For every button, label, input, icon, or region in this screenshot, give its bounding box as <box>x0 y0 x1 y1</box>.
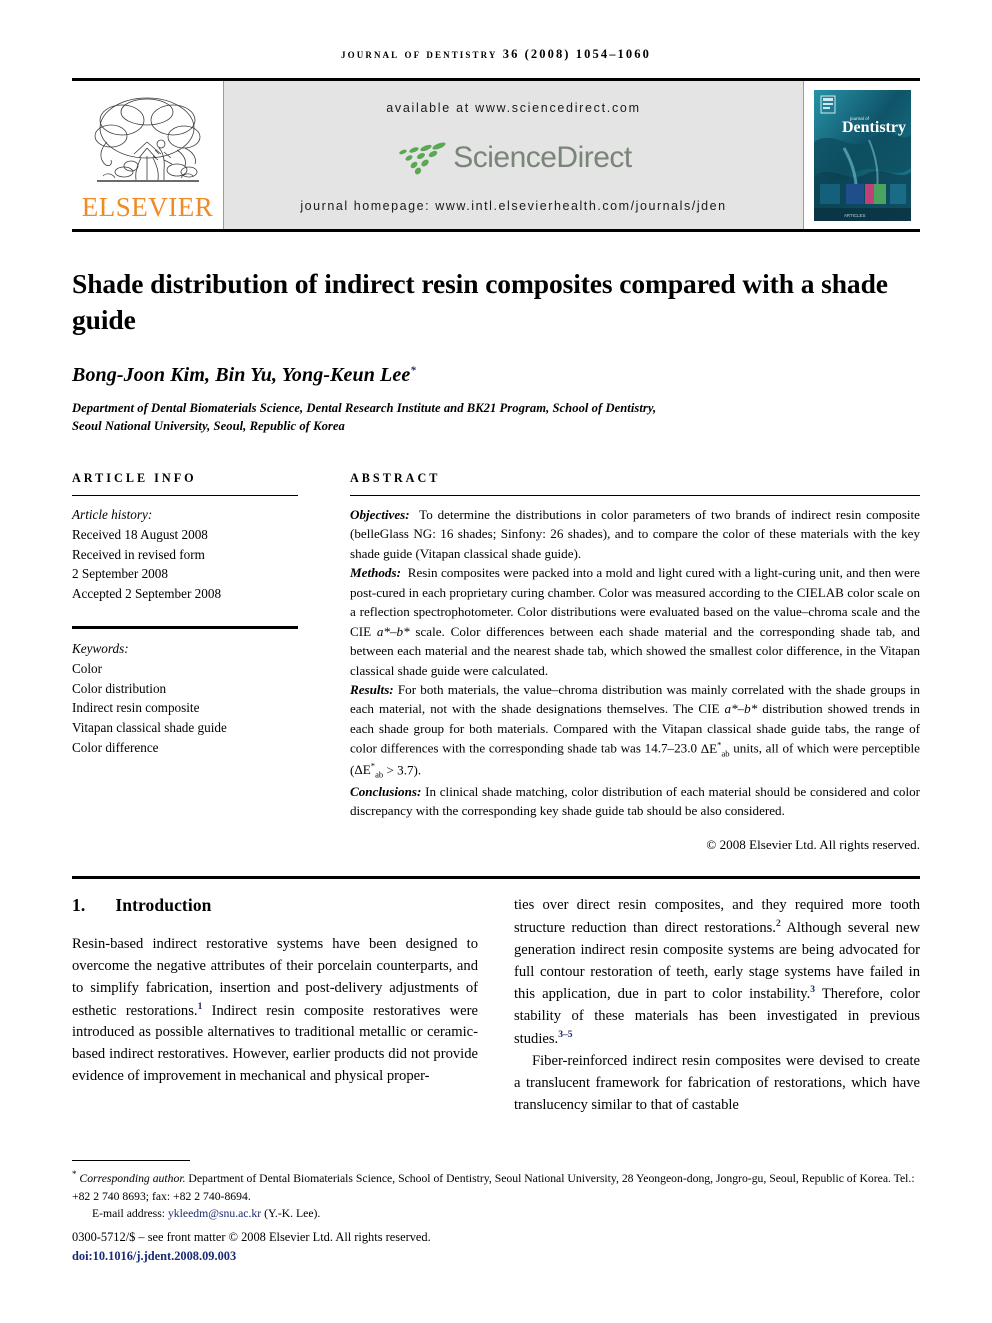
methods-label: Methods: <box>350 565 401 581</box>
keyword-item: Indirect resin composite <box>72 700 200 716</box>
affiliation-line-1: Department of Dental Biomaterials Scienc… <box>72 400 657 415</box>
methods-text-2: scale. Color differences between each sh… <box>350 623 920 678</box>
intro-paragraph-left: Resin-based indirect restorative systems… <box>72 934 478 1088</box>
available-at-text: available at www.sciencedirect.com <box>386 101 641 115</box>
results-label: Results: <box>350 681 394 697</box>
delta-e-symbol-2: ΔE*ab <box>354 760 384 780</box>
doi-note: doi:10.1016/j.jdent.2008.09.003 <box>72 1247 920 1266</box>
corresponding-author-note: * Corresponding author. Department of De… <box>72 1168 920 1205</box>
history-revised-label: Received in revised form <box>72 546 205 562</box>
section-title: Introduction <box>115 895 212 915</box>
affiliation: Department of Dental Biomaterials Scienc… <box>72 399 920 436</box>
article-info-column: ARTICLE INFO Article history: Received 1… <box>72 471 324 854</box>
history-received: Received 18 August 2008 <box>72 526 208 542</box>
keyword-item: Color distribution <box>72 680 167 696</box>
intro-paragraph-right: ties over direct resin composites, and t… <box>514 895 920 1051</box>
email-suffix: (Y.-K. Lee). <box>264 1207 321 1221</box>
conclusions-text: In clinical shade matching, color distri… <box>350 783 920 819</box>
article-info-heading: ARTICLE INFO <box>72 471 197 485</box>
author-list: Bong-Joon Kim, Bin Yu, Yong-Keun Lee* <box>72 364 920 387</box>
article-history: Article history: Received 18 August 2008… <box>72 496 298 604</box>
email-note: E-mail address: ykleedm@snu.ac.kr (Y.-K.… <box>72 1205 920 1223</box>
results-ab-scale: a*–b* <box>724 701 758 717</box>
keyword-item: Color difference <box>72 739 159 755</box>
email-link[interactable]: ykleedm@snu.ac.kr <box>168 1207 261 1220</box>
two-column-body: 1. Introduction Resin-based indirect res… <box>72 879 920 1116</box>
email-label: E-mail address: <box>92 1207 166 1221</box>
conclusions-label: Conclusions: <box>350 783 422 799</box>
section-number: 1. <box>72 895 86 915</box>
doi-link[interactable]: 10.1016/j.jdent.2008.09.003 <box>93 1249 237 1263</box>
corresponding-author-marker: * <box>410 363 416 376</box>
delta-e-symbol: ΔE*ab <box>700 739 730 759</box>
front-matter-note: 0300-5712/$ – see front matter © 2008 El… <box>72 1230 431 1245</box>
corresponding-author-text: Department of Dental Biomaterials Scienc… <box>72 1171 915 1203</box>
abstract-column: ABSTRACT Objectives: To determine the di… <box>324 471 920 854</box>
sciencedirect-leaves-icon <box>399 142 446 175</box>
keywords-block: Keywords: Color Color distribution Indir… <box>72 629 298 758</box>
results-text-4: > 3.7). <box>383 762 422 778</box>
keywords-label: Keywords: <box>72 640 129 656</box>
affiliation-line-2: Seoul National University, Seoul, Republ… <box>72 418 345 433</box>
info-abstract-block: ARTICLE INFO Article history: Received 1… <box>72 471 920 854</box>
journal-cover-image: journal of Dentistry ARTICLES <box>813 89 911 221</box>
elsevier-wordmark: ELSEVIER <box>81 191 214 222</box>
abstract-heading: ABSTRACT <box>350 471 441 485</box>
history-accepted: Accepted 2 September 2008 <box>72 586 222 602</box>
body-wrapper: 1. Introduction Resin-based indirect res… <box>72 876 920 1116</box>
footnote-rule <box>72 1160 190 1161</box>
author-names: Bong-Joon Kim, Bin Yu, Yong-Keun Lee <box>72 363 411 386</box>
footnote-block: * Corresponding author. Department of De… <box>72 1160 920 1266</box>
article-history-label: Article history: <box>72 507 153 522</box>
body-column-left: 1. Introduction Resin-based indirect res… <box>72 895 478 1116</box>
abstract-methods: Methods: Resin composites were packed in… <box>350 563 920 680</box>
history-revised-date: 2 September 2008 <box>72 566 168 582</box>
doi-prefix: doi: <box>72 1249 93 1264</box>
abstract-conclusions: Conclusions: In clinical shade matching,… <box>350 782 920 821</box>
svg-text:ARTICLES: ARTICLES <box>844 213 865 218</box>
journal-homepage-text: journal homepage: www.intl.elsevierhealt… <box>300 199 727 213</box>
sciencedirect-banner: available at www.sciencedirect.com Scien… <box>224 81 803 229</box>
journal-cover-block: journal of Dentistry ARTICLES <box>803 81 920 229</box>
elsevier-tree-icon <box>94 97 200 182</box>
sciencedirect-logo: ScienceDirect <box>395 141 632 175</box>
body-column-right: ties over direct resin composites, and t… <box>514 895 920 1116</box>
article-page: JOURNAL OF DENTISTRY 36 (2008) 1054–1060 <box>0 0 992 1323</box>
abstract-body: Objectives: To determine the distributio… <box>350 496 920 854</box>
abstract-copyright: © 2008 Elsevier Ltd. All rights reserved… <box>706 836 920 852</box>
article-title: Shade distribution of indirect resin com… <box>72 268 888 335</box>
running-head: JOURNAL OF DENTISTRY 36 (2008) 1054–1060 <box>341 47 651 61</box>
cover-artwork: journal of Dentistry ARTICLES <box>813 89 911 221</box>
intro-text-3: Fiber-reinforced indirect resin composit… <box>514 1052 920 1113</box>
sciencedirect-wordmark: ScienceDirect <box>453 141 632 174</box>
keyword-item: Color <box>72 660 103 676</box>
journal-masthead: ELSEVIER available at www.sciencedirect.… <box>72 78 920 232</box>
abstract-objectives: Objectives: To determine the distributio… <box>350 505 920 563</box>
footnote-marker: * <box>72 1169 77 1179</box>
svg-text:Dentistry: Dentistry <box>842 119 906 136</box>
methods-ab-scale: a*–b* <box>376 623 410 639</box>
intro-paragraph-right-2: Fiber-reinforced indirect resin composit… <box>514 1051 920 1117</box>
abstract-results: Results: For both materials, the value–c… <box>350 680 920 782</box>
corresponding-author-label: Corresponding author. <box>79 1171 186 1185</box>
reference-marker: 3–5 <box>558 1029 573 1041</box>
section-heading-introduction: 1. Introduction <box>72 895 478 916</box>
keyword-item: Vitapan classical shade guide <box>72 720 227 736</box>
publisher-logo-block: ELSEVIER <box>72 81 224 229</box>
objectives-text: To determine the distributions in color … <box>350 507 920 561</box>
objectives-label: Objectives: <box>350 507 410 522</box>
